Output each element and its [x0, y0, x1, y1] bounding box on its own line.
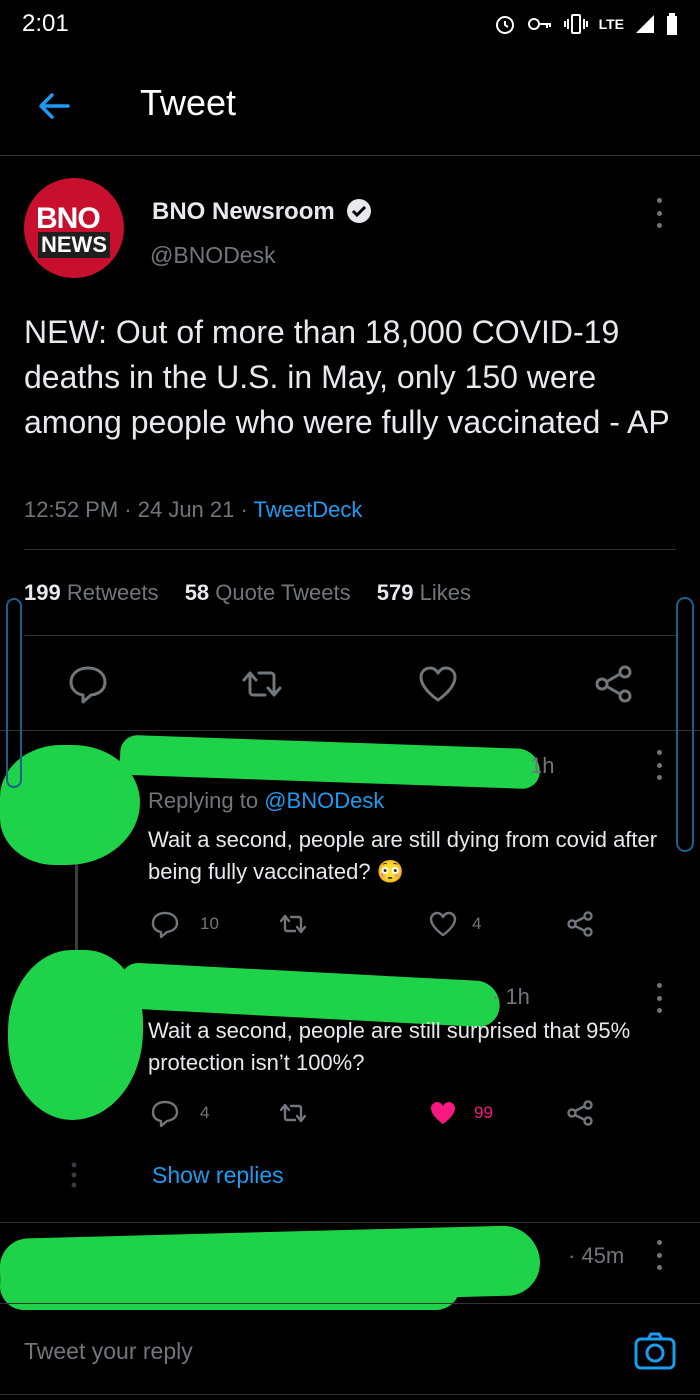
share-icon[interactable] [565, 909, 595, 939]
reply-time: 1h [530, 753, 555, 778]
divider [24, 549, 676, 550]
page-title: Tweet [140, 82, 237, 123]
likes-stat[interactable]: 579 Likes [377, 580, 471, 605]
divider [0, 1222, 700, 1223]
camera-icon[interactable] [634, 1332, 676, 1370]
redacted-username [119, 734, 541, 790]
tweet-meta: 12:52 PM · 24 Jun 21 · TweetDeck [24, 497, 363, 522]
avatar-logo-bno: BNO [36, 202, 101, 235]
avatar-logo-news: NEWS [38, 232, 110, 258]
reply-icon[interactable] [150, 909, 180, 939]
avatar[interactable]: BNO NEWS [24, 178, 124, 278]
thread-dots-icon [71, 1162, 77, 1188]
top-app-bar: Tweet [0, 60, 700, 156]
tweet-source-link[interactable]: TweetDeck [254, 497, 363, 522]
tweet-reply-input[interactable]: Tweet your reply [24, 1338, 193, 1365]
reply-count: 4 [200, 1103, 210, 1122]
like-heart-icon[interactable] [428, 909, 458, 939]
scrollbar[interactable] [676, 597, 694, 852]
tweet-time: 12:52 PM [24, 497, 119, 522]
share-icon[interactable] [565, 1098, 595, 1128]
author-handle[interactable]: @BNODesk [150, 242, 276, 269]
reply-icon[interactable] [150, 1098, 180, 1128]
reply-count: 10 [200, 914, 219, 933]
share-icon[interactable] [592, 662, 636, 706]
author-name[interactable]: BNO Newsroom [152, 198, 335, 226]
reply-icon[interactable] [66, 662, 110, 706]
tweet-stats: 199 Retweets 58 Quote Tweets 579 Likes [24, 580, 471, 606]
reply-time: · 1h [492, 984, 530, 1009]
replying-to: Replying to @BNODesk [148, 788, 385, 813]
scroll-indicator-left [6, 598, 22, 788]
tweet-text: NEW: Out of more than 18,000 COVID-19 de… [24, 314, 670, 440]
reply-time: · 45m [568, 1243, 625, 1268]
like-heart-icon[interactable] [416, 662, 460, 706]
like-count: 99 [474, 1103, 493, 1122]
reply-composer[interactable]: Tweet your reply [0, 1303, 700, 1395]
status-time: 2:01 [22, 10, 69, 37]
status-bar: 2:01 LTE [0, 0, 700, 50]
network-label: LTE [598, 16, 624, 32]
retweet-icon[interactable] [278, 909, 308, 939]
more-options-icon[interactable] [654, 1240, 664, 1270]
more-options-icon[interactable] [654, 198, 664, 228]
retweets-stat[interactable]: 199 Retweets [24, 580, 159, 605]
more-options-icon[interactable] [654, 983, 664, 1013]
quote-tweets-stat[interactable]: 58 Quote Tweets [185, 580, 351, 605]
verified-badge-icon [347, 199, 371, 223]
retweet-icon[interactable] [278, 1098, 308, 1128]
thread-line [75, 860, 78, 955]
liked-heart-icon[interactable] [428, 1098, 458, 1128]
more-options-icon[interactable] [654, 750, 664, 780]
like-count: 4 [472, 914, 482, 933]
battery-icon [667, 13, 677, 35]
divider [0, 730, 700, 731]
vibrate-icon [563, 14, 588, 34]
reply-text: Wait a second, people are still surprise… [148, 1018, 631, 1075]
retweet-icon[interactable] [240, 662, 284, 706]
status-icons: LTE [493, 10, 678, 38]
show-replies-link[interactable]: Show replies [152, 1162, 284, 1189]
tweet-date: 24 Jun 21 [137, 497, 235, 522]
signal-icon [636, 15, 654, 33]
replying-to-handle-link[interactable]: @BNODesk [264, 788, 384, 813]
reply-text: Wait a second, people are still dying fr… [148, 827, 658, 884]
key-icon [527, 18, 551, 30]
alarm-icon [495, 16, 514, 34]
divider [24, 635, 676, 636]
back-arrow-icon[interactable] [34, 86, 74, 126]
